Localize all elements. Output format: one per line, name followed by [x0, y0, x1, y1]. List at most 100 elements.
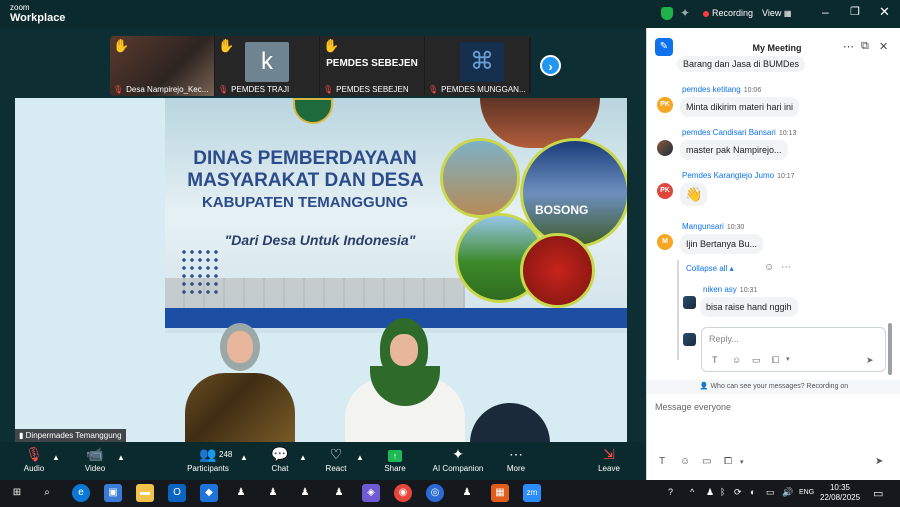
- audio-options-caret[interactable]: ▲: [52, 453, 60, 462]
- more-icon[interactable]: ⋯: [843, 40, 854, 53]
- close-window-button[interactable]: ✕: [879, 4, 890, 20]
- message-bubble[interactable]: 👋: [680, 183, 708, 206]
- visibility-notice[interactable]: 👤 Who can see your messages? Recording o…: [647, 380, 900, 394]
- participant-thumbnail[interactable]: ✋ PEMDES SEBEJEN 🎙 PEMDES SEBEJEN: [320, 36, 424, 96]
- input-language[interactable]: ENG: [799, 489, 814, 496]
- dropbox-icon[interactable]: ◆: [200, 484, 218, 502]
- recording-label[interactable]: Recording: [712, 8, 753, 18]
- text-format-icon[interactable]: T: [659, 456, 665, 467]
- more-icon[interactable]: ⋯: [781, 262, 791, 273]
- thumbnail-label: 🎙 PEMDES MUNGGAN...: [428, 85, 528, 94]
- notification-icon[interactable]: ▭: [873, 487, 883, 500]
- ai-companion-button[interactable]: ✦ AI Companion: [428, 446, 488, 473]
- muted-mic-icon: 🎙: [218, 85, 229, 94]
- emoji-icon[interactable]: ☺: [732, 355, 741, 365]
- chat-scrollbar[interactable]: [888, 323, 892, 375]
- bluetooth-icon[interactable]: ᛒ: [720, 487, 725, 497]
- photo-circle: [440, 138, 520, 218]
- message-sender: pemdes ketitang 10:06: [682, 85, 761, 94]
- thumbnail-label: 🎙 PEMDES SEBEJEN: [323, 85, 423, 94]
- ai-sparkle-icon[interactable]: ✦: [680, 6, 690, 20]
- reply-input[interactable]: Reply... T ☺ ▭ ⧠ ▾ ➤: [701, 327, 886, 372]
- app-icon[interactable]: ▦: [491, 484, 509, 502]
- message-bubble[interactable]: bisa raise hand nggih: [700, 297, 798, 317]
- view-button[interactable]: View ▦: [762, 8, 791, 18]
- chrome-icon[interactable]: ◉: [394, 484, 412, 502]
- shield-icon[interactable]: [661, 7, 673, 20]
- collapse-all-link[interactable]: Collapse all ▴: [686, 264, 734, 273]
- title-bar: zoom Workplace ✦ Recording View ▦ – ❐ ✕: [0, 0, 900, 28]
- avatar: M: [657, 234, 673, 250]
- screenshot-icon[interactable]: ⧠: [724, 456, 732, 467]
- participant-thumbnail[interactable]: ✋ k 🎙 PEMDES TRAJI: [215, 36, 319, 96]
- presenter-person: [470, 403, 550, 442]
- send-icon[interactable]: ➤: [875, 456, 883, 467]
- sync-icon[interactable]: ⟳: [734, 487, 742, 498]
- message-bubble[interactable]: Minta dikirim materi hari ini: [680, 97, 800, 117]
- banner-title-3: KABUPATEN TEMANGGUNG: [201, 194, 409, 211]
- edge-icon[interactable]: e: [72, 484, 90, 502]
- help-icon[interactable]: ?: [668, 487, 673, 497]
- react-options-caret[interactable]: ▲: [356, 453, 364, 462]
- share-button[interactable]: ↑ Share: [365, 446, 425, 473]
- volume-control-icon[interactable]: ◐: [750, 487, 755, 497]
- add-reaction-icon[interactable]: ☺: [764, 262, 774, 273]
- app-icon[interactable]: ♟: [296, 484, 314, 502]
- chat-window-icon[interactable]: ✎: [655, 38, 673, 56]
- send-icon[interactable]: ➤: [866, 355, 874, 366]
- text-format-icon[interactable]: T: [712, 355, 718, 365]
- browser-icon[interactable]: ◎: [426, 484, 444, 502]
- leave-button[interactable]: ⇲ Leave: [579, 446, 639, 473]
- chevron-up-icon[interactable]: ^: [690, 487, 694, 497]
- app-icon[interactable]: ◈: [362, 484, 380, 502]
- clock[interactable]: 10:35 22/08/2025: [820, 483, 860, 503]
- clock-date: 22/08/2025: [820, 493, 861, 502]
- collapse-label: Collapse all: [686, 264, 728, 273]
- emoji-icon[interactable]: ☺: [680, 456, 690, 467]
- message-bubble[interactable]: Ijin Bertanya Bu...: [680, 234, 764, 254]
- sender-name: Mangunsari: [682, 222, 724, 231]
- file-icon[interactable]: ▭: [702, 456, 711, 467]
- participant-thumbnail[interactable]: ⌘ 🎙 PEMDES MUNGGAN...: [425, 36, 529, 96]
- windows-start-icon[interactable]: ⊞: [8, 484, 26, 502]
- app-icon[interactable]: ♟: [264, 484, 282, 502]
- app-icon[interactable]: ▣: [104, 484, 122, 502]
- message-sender: Mangunsari 10:30: [682, 222, 744, 231]
- maximize-button[interactable]: ❐: [850, 5, 860, 18]
- video-options-caret[interactable]: ▲: [117, 453, 125, 462]
- brand-name: Workplace: [10, 12, 66, 24]
- chevron-down-icon[interactable]: ▾: [740, 458, 744, 466]
- participant-thumbnail[interactable]: ✋ 🎙 Desa Nampirejo_Kec...: [110, 36, 214, 96]
- participant-strip: ✋ 🎙 Desa Nampirejo_Kec... ✋ k 🎙 PEMDES TRA…: [110, 36, 531, 96]
- message-input[interactable]: Message everyone: [655, 402, 731, 412]
- more-button[interactable]: ⋯ More: [486, 446, 546, 473]
- close-icon[interactable]: ✕: [879, 40, 888, 53]
- view-label: View: [762, 8, 782, 18]
- zoom-taskbar-icon[interactable]: zm: [523, 484, 541, 502]
- chat-title: My Meeting: [752, 43, 802, 53]
- minimize-button[interactable]: –: [822, 5, 829, 19]
- message-bubble[interactable]: master pak Nampirejo...: [680, 140, 788, 160]
- main-video[interactable]: DINAS PEMBERDAYAAN MASYARAKAT DAN DESA K…: [15, 98, 627, 442]
- screenshot-icon[interactable]: ⧠: [772, 355, 779, 366]
- popout-icon[interactable]: ⧉: [861, 40, 869, 53]
- next-page-button[interactable]: ›: [540, 55, 561, 76]
- decorative-dots: [180, 248, 220, 298]
- app-icon[interactable]: ♟: [458, 484, 476, 502]
- search-icon[interactable]: ⌕: [38, 484, 56, 502]
- leave-label: Leave: [598, 464, 620, 473]
- speaker-icon[interactable]: 🔊: [782, 487, 793, 498]
- photo-circle: [520, 233, 595, 308]
- app-tray-icon[interactable]: ♟: [706, 487, 714, 498]
- message-sender: Pemdes Karangtejo Jumo 10:17: [682, 171, 795, 180]
- video-button[interactable]: 📹 Video: [65, 446, 125, 473]
- banner-title-1: DINAS PEMBERDAYAAN: [193, 148, 417, 169]
- app-icon[interactable]: ♟: [232, 484, 250, 502]
- file-icon[interactable]: ▭: [752, 355, 761, 366]
- file-explorer-icon[interactable]: ▬: [136, 484, 154, 502]
- app-icon[interactable]: ♟: [330, 484, 348, 502]
- participants-options-caret[interactable]: ▲: [240, 453, 248, 462]
- chevron-down-icon[interactable]: ▾: [786, 355, 790, 363]
- battery-icon[interactable]: ▭: [766, 487, 775, 498]
- outlook-icon[interactable]: O: [168, 484, 186, 502]
